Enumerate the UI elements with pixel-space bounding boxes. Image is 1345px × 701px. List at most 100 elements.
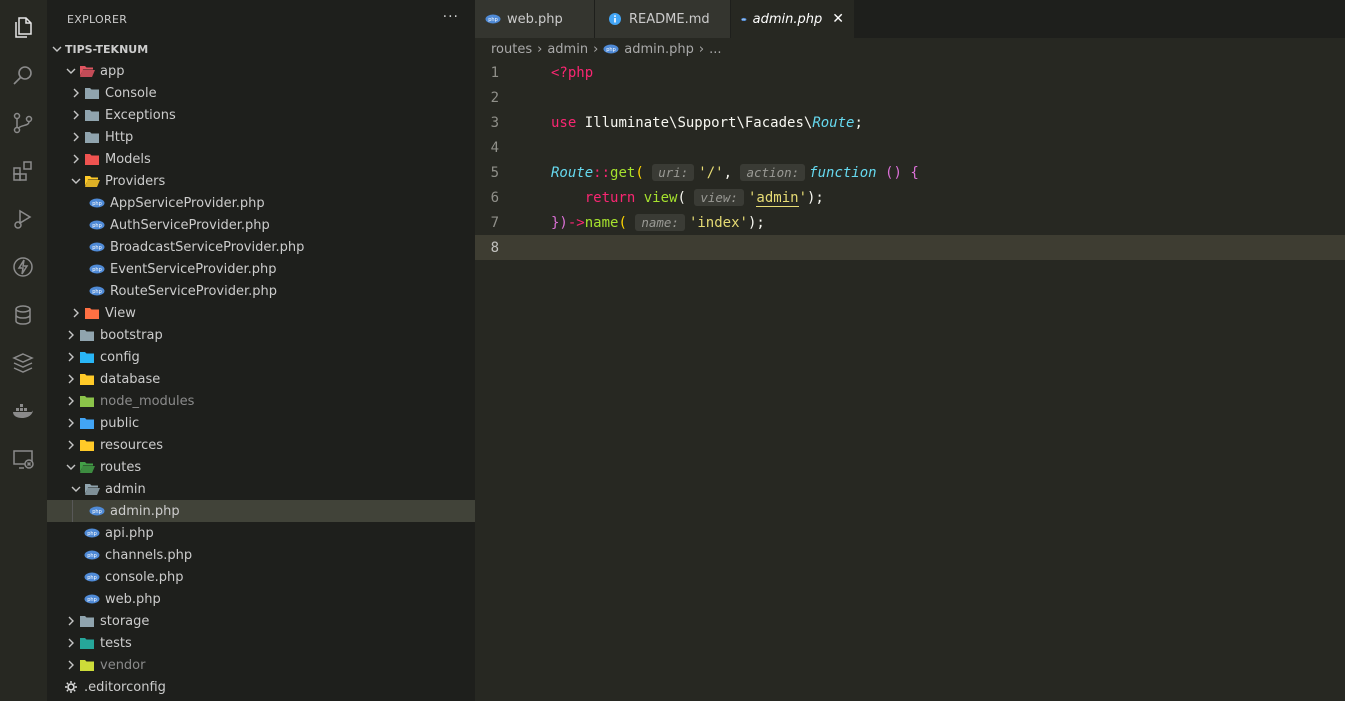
chevron-down-icon bbox=[49, 43, 65, 55]
gear-icon bbox=[63, 680, 79, 694]
tree-item-database[interactable]: database bbox=[47, 368, 475, 390]
tree-item-tests[interactable]: tests bbox=[47, 632, 475, 654]
folder-open-icon bbox=[79, 460, 95, 474]
tree-item-exceptions[interactable]: Exceptions bbox=[47, 104, 475, 126]
code-line[interactable]: 3 use Illuminate\Support\Facades\Route; bbox=[475, 110, 1345, 135]
tree-item-label: console.php bbox=[105, 569, 184, 585]
code-line[interactable]: 2 bbox=[475, 85, 1345, 110]
tree-item-label: node_modules bbox=[100, 393, 195, 409]
tree-item-app[interactable]: app bbox=[47, 60, 475, 82]
code-token: get bbox=[610, 164, 636, 181]
tree-item-authserviceprovider[interactable]: php AuthServiceProvider.php bbox=[47, 214, 475, 236]
line-number: 1 bbox=[490, 64, 499, 81]
svg-text:php: php bbox=[87, 597, 97, 603]
database-icon[interactable] bbox=[10, 302, 36, 328]
tree-item-public[interactable]: public bbox=[47, 412, 475, 434]
search-icon[interactable] bbox=[10, 62, 36, 88]
tree-item-storage[interactable]: storage bbox=[47, 610, 475, 632]
folder-icon bbox=[84, 86, 100, 100]
tree-item-admin[interactable]: admin bbox=[47, 478, 475, 500]
code-token: ( bbox=[635, 164, 644, 181]
tree-item-node-modules[interactable]: node_modules bbox=[47, 390, 475, 412]
svg-text:php: php bbox=[607, 47, 617, 53]
code-line-current[interactable]: 8 bbox=[475, 235, 1345, 260]
files-icon[interactable] bbox=[10, 14, 36, 40]
line-number: 4 bbox=[490, 139, 499, 156]
tree-item-admin-php[interactable]: php admin.php bbox=[47, 500, 475, 522]
tab-admin-php[interactable]: php admin.php ✕ bbox=[731, 0, 855, 38]
code-line[interactable]: 7 })->name( name:'index'); bbox=[475, 210, 1345, 235]
extensions-icon[interactable] bbox=[10, 158, 36, 184]
tree-item-broadcastserviceprovider[interactable]: php BroadcastServiceProvider.php bbox=[47, 236, 475, 258]
lightning-icon[interactable] bbox=[10, 254, 36, 280]
tree-item-view[interactable]: View bbox=[47, 302, 475, 324]
tree-item-channels-php[interactable]: php channels.php bbox=[47, 544, 475, 566]
folder-icon bbox=[79, 438, 95, 452]
tree-item-console-php[interactable]: php console.php bbox=[47, 566, 475, 588]
source-control-icon[interactable] bbox=[10, 110, 36, 136]
code-token: use bbox=[551, 114, 577, 131]
code-token: ( bbox=[677, 189, 686, 206]
tree-item-models[interactable]: Models bbox=[47, 148, 475, 170]
chevron-right-icon bbox=[63, 417, 79, 429]
chevron-down-icon bbox=[63, 65, 79, 77]
tree-item-config[interactable]: config bbox=[47, 346, 475, 368]
chevron-right-icon bbox=[63, 329, 79, 341]
inlay-hint: uri: bbox=[652, 163, 695, 181]
svg-text:php: php bbox=[87, 575, 97, 581]
svg-text:php: php bbox=[92, 223, 102, 229]
tree-item-vendor[interactable]: vendor bbox=[47, 654, 475, 676]
folder-icon bbox=[79, 636, 95, 650]
tree-item-web-php[interactable]: php web.php bbox=[47, 588, 475, 610]
php-file-icon: php bbox=[741, 12, 747, 26]
explorer-title: EXPLORER bbox=[67, 12, 128, 26]
php-open-tag: <?php bbox=[551, 64, 594, 81]
breadcrumb-item[interactable]: admin.php bbox=[624, 42, 694, 57]
project-root[interactable]: TIPS-TEKNUM bbox=[47, 38, 475, 60]
tree-item-routes[interactable]: routes bbox=[47, 456, 475, 478]
code-token: view bbox=[643, 189, 678, 206]
code-editor[interactable]: 1 <?php 2 3 use Illuminate\Support\Facad… bbox=[475, 60, 1345, 260]
tab-label: web.php bbox=[507, 11, 563, 27]
code-token: , bbox=[723, 164, 733, 181]
breadcrumb-item[interactable]: admin bbox=[547, 42, 588, 57]
tree-item-eventserviceprovider[interactable]: php EventServiceProvider.php bbox=[47, 258, 475, 280]
remote-explorer-icon[interactable] bbox=[10, 446, 36, 472]
code-line[interactable]: 1 <?php bbox=[475, 60, 1345, 85]
inlay-hint: name: bbox=[635, 213, 685, 231]
layers-icon[interactable] bbox=[10, 350, 36, 376]
tree-item-resources[interactable]: resources bbox=[47, 434, 475, 456]
tree-item-http[interactable]: Http bbox=[47, 126, 475, 148]
line-number: 7 bbox=[490, 214, 499, 231]
project-root-label: TIPS-TEKNUM bbox=[65, 42, 149, 56]
folder-icon bbox=[84, 130, 100, 144]
tree-item-label: Providers bbox=[105, 173, 166, 189]
svg-text:php: php bbox=[92, 201, 102, 207]
docker-icon[interactable] bbox=[10, 398, 36, 424]
breadcrumb-item[interactable]: ... bbox=[709, 42, 721, 57]
breadcrumb-item[interactable]: routes bbox=[491, 42, 532, 57]
tree-item-routeserviceprovider[interactable]: php RouteServiceProvider.php bbox=[47, 280, 475, 302]
svg-text:php: php bbox=[92, 245, 102, 251]
tab-web-php[interactable]: php web.php bbox=[475, 0, 595, 38]
code-token: () bbox=[885, 164, 902, 181]
tree-item-editorconfig[interactable]: .editorconfig bbox=[47, 676, 475, 698]
more-actions-icon[interactable]: ··· bbox=[443, 9, 459, 25]
tree-item-appserviceprovider[interactable]: php AppServiceProvider.php bbox=[47, 192, 475, 214]
tree-item-bootstrap[interactable]: bootstrap bbox=[47, 324, 475, 346]
close-icon[interactable]: ✕ bbox=[832, 11, 844, 27]
tab-readme-md[interactable]: README.md bbox=[595, 0, 731, 38]
run-debug-icon[interactable] bbox=[10, 206, 36, 232]
folder-icon bbox=[84, 152, 100, 166]
chevron-right-icon: › bbox=[593, 41, 599, 57]
tree-item-providers[interactable]: Providers bbox=[47, 170, 475, 192]
code-line[interactable]: 6 return view( view:'admin'); bbox=[475, 185, 1345, 210]
tree-item-api-php[interactable]: php api.php bbox=[47, 522, 475, 544]
tree-item-label: api.php bbox=[105, 525, 154, 541]
code-line[interactable]: 4 bbox=[475, 135, 1345, 160]
code-line[interactable]: 5 Route::get( uri: '/', action: function (… bbox=[475, 160, 1345, 185]
tab-label: admin.php bbox=[752, 11, 823, 27]
folder-icon bbox=[79, 372, 95, 386]
tree-item-console[interactable]: Console bbox=[47, 82, 475, 104]
code-token: function bbox=[809, 164, 877, 181]
